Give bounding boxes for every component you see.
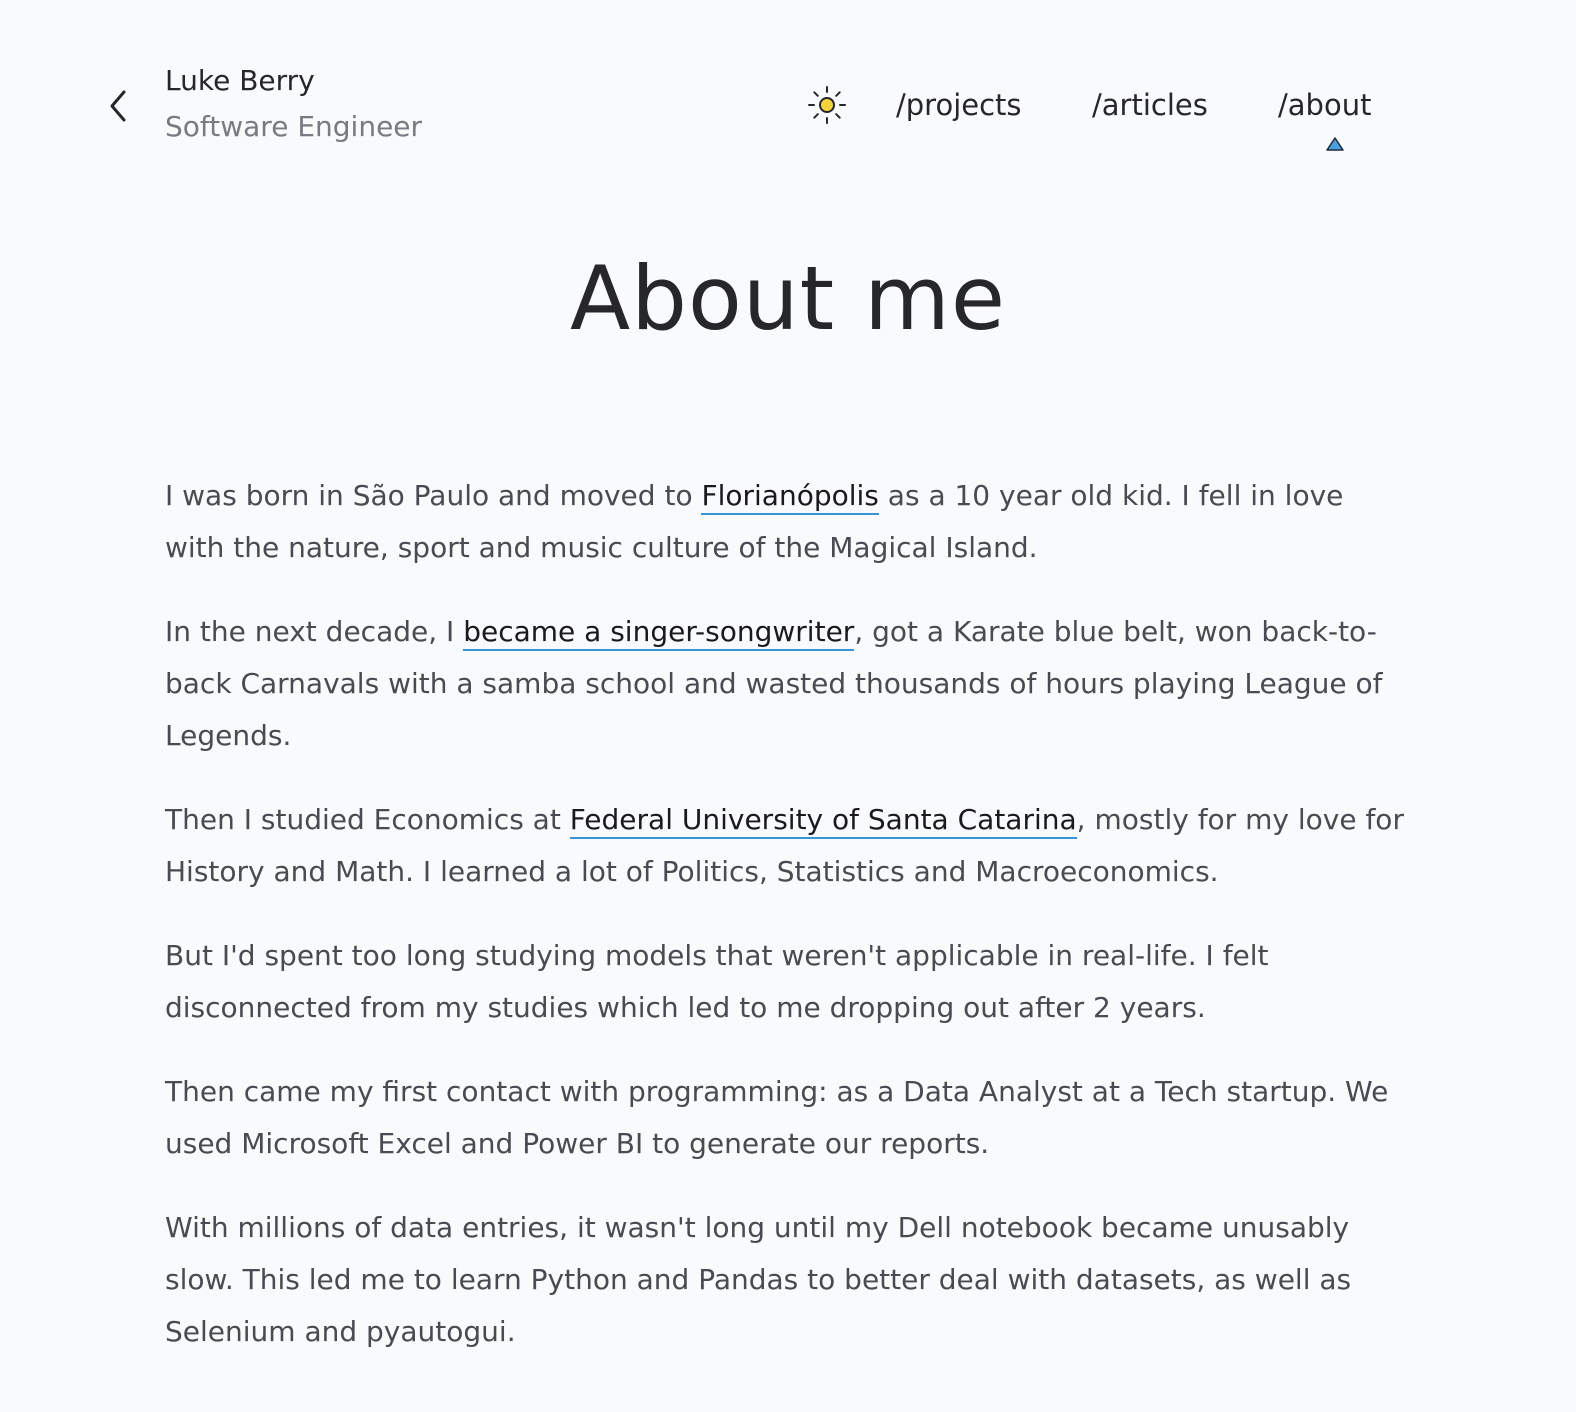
sun-icon [808, 86, 846, 124]
nav-link-projects[interactable]: /projects [896, 84, 1022, 126]
triangle-up-icon [1326, 137, 1344, 151]
link-ufsc[interactable]: Federal University of Santa Catarina [569, 803, 1077, 839]
nav-link-articles[interactable]: /articles [1092, 84, 1208, 126]
paragraph: I was born in São Paulo and moved to Flo… [165, 470, 1405, 574]
paragraph: With millions of data entries, it wasn't… [165, 1211, 1352, 1348]
paragraph: In the next decade, I became a singer-so… [165, 606, 1405, 762]
paragraph: Then I studied Economics at Federal Univ… [165, 794, 1405, 898]
paragraph: But I'd spent too long studying models t… [165, 939, 1269, 1024]
paragraph-text: In the next decade, I [165, 615, 464, 648]
link-singer-songwriter[interactable]: became a singer-songwriter [463, 615, 855, 651]
link-florianopolis[interactable]: Florianópolis [701, 479, 879, 515]
main-nav: /projects /articles /about [0, 84, 1576, 128]
paragraph-text: I was born in São Paulo and moved to [165, 479, 702, 512]
theme-toggle-button[interactable] [806, 84, 848, 126]
page-title: About me [569, 247, 1006, 350]
about-page: Luke Berry Software Engineer /projects /… [0, 0, 1576, 1412]
nav-link-about[interactable]: /about [1278, 84, 1371, 126]
about-content: I was born in São Paulo and moved to Flo… [165, 470, 1405, 1390]
paragraph: Then came my first contact with programm… [165, 1075, 1389, 1160]
paragraph-text: Then I studied Economics at [165, 803, 570, 836]
